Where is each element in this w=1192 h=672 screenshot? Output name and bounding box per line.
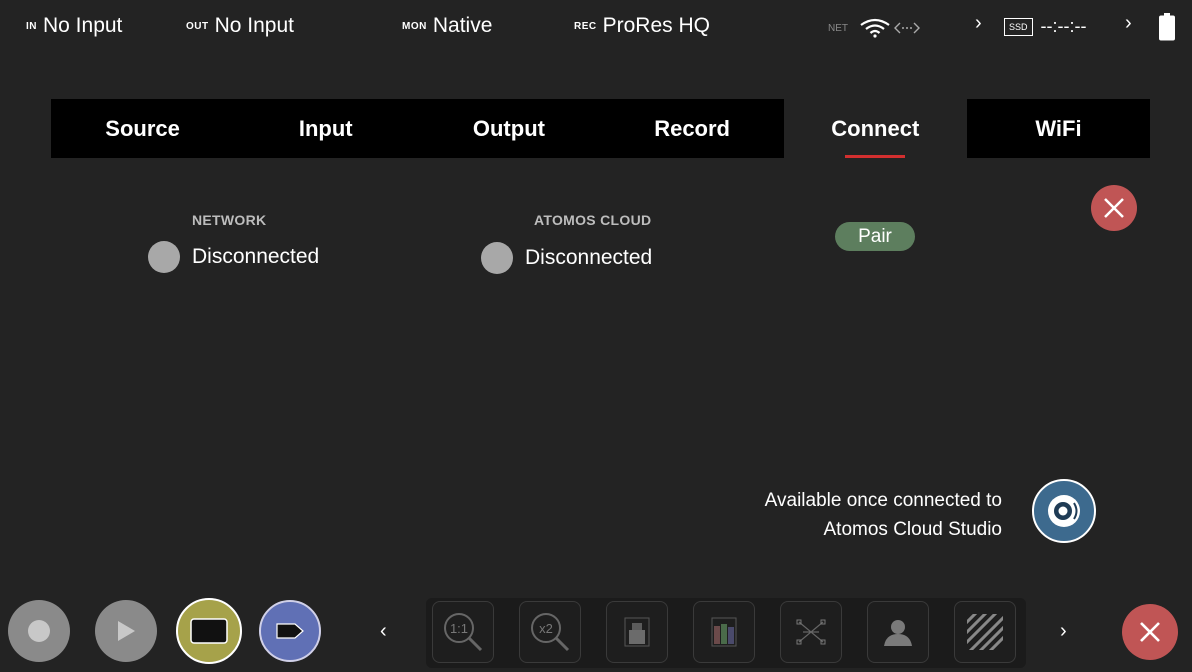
- zoom-1to1-icon: 1:1: [444, 613, 483, 652]
- monitor-icon: [190, 618, 228, 644]
- tab-label: Record: [654, 115, 730, 141]
- tag-button[interactable]: [259, 600, 321, 662]
- output-value: No Input: [214, 14, 294, 37]
- record-format: ProRes HQ: [602, 14, 710, 37]
- vectorscope-icon: [796, 619, 826, 645]
- close-panel-button[interactable]: [1091, 185, 1137, 231]
- close-icon: [1140, 622, 1160, 642]
- zebra-button[interactable]: [954, 601, 1016, 663]
- settings-tabs: Source Input Output Record Connect WiFi: [51, 99, 1150, 158]
- tab-label: Connect: [831, 115, 920, 141]
- cloud-status-text: Disconnected: [525, 246, 653, 269]
- battery-icon: [1158, 12, 1176, 47]
- chevron-left-icon[interactable]: ‹: [380, 620, 387, 643]
- status-bar: IN No Input OUT No Input MON Native REC …: [0, 0, 1192, 50]
- input-status: IN No Input: [26, 14, 122, 38]
- network-heading: NETWORK: [192, 212, 267, 228]
- cloud-heading: ATOMOS CLOUD: [534, 212, 652, 228]
- zoom-x2-button[interactable]: x2: [519, 601, 581, 663]
- record-status: REC ProRes HQ: [574, 14, 710, 38]
- status-indicator: [148, 241, 180, 273]
- input-value: No Input: [43, 14, 123, 37]
- ssd-icon: SSD: [1004, 17, 1033, 36]
- timecode: --:--:--: [1040, 16, 1087, 36]
- rgb-parade-button[interactable]: [693, 601, 755, 663]
- record-button[interactable]: [8, 600, 70, 662]
- waveform-button[interactable]: [606, 601, 668, 663]
- tab-label: Output: [472, 115, 545, 141]
- net-tag: NET: [828, 22, 848, 34]
- record-dot-icon: [28, 620, 50, 642]
- zoom-label: 1:1: [450, 621, 468, 636]
- zoom-1to1-button[interactable]: 1:1: [432, 601, 494, 663]
- output-status: OUT No Input: [186, 14, 294, 38]
- network-status-text: Disconnected: [192, 245, 320, 268]
- play-button[interactable]: [95, 600, 157, 662]
- tab-input[interactable]: Input: [234, 99, 417, 158]
- tab-wifi[interactable]: WiFi: [967, 99, 1150, 158]
- chevron-right-icon[interactable]: ›: [975, 12, 982, 35]
- cloud-studio-note: Available once connected to Atomos Cloud…: [700, 486, 1002, 544]
- tab-connect[interactable]: Connect: [783, 99, 967, 158]
- close-icon: [1104, 198, 1124, 218]
- rec-tag: REC: [574, 20, 597, 32]
- tab-label: Source: [105, 115, 180, 141]
- zoom-x2-icon: x2: [531, 613, 570, 652]
- monitor-value: Native: [432, 14, 493, 37]
- zebra-icon: [967, 614, 1003, 650]
- wifi-icon: [858, 18, 892, 38]
- atomos-cloud-icon: [1048, 495, 1080, 527]
- mon-tag: MON: [402, 20, 427, 32]
- play-icon: [118, 621, 135, 641]
- tag-icon: [276, 623, 304, 639]
- rgb-parade-icon: [711, 617, 737, 647]
- out-tag: OUT: [186, 20, 209, 32]
- waveform-icon: [624, 617, 650, 647]
- tab-record[interactable]: Record: [601, 99, 784, 158]
- cloud-connection-status: Disconnected: [481, 242, 652, 274]
- status-indicator: [481, 242, 513, 274]
- tab-output[interactable]: Output: [417, 99, 600, 158]
- chevron-right-icon[interactable]: ›: [1125, 12, 1132, 35]
- in-tag: IN: [26, 20, 37, 32]
- pair-button[interactable]: Pair: [835, 222, 915, 251]
- tab-source[interactable]: Source: [51, 99, 234, 158]
- tab-label: WiFi: [1035, 115, 1082, 141]
- media-status[interactable]: SSD --:--:--: [1004, 16, 1086, 37]
- monitor-mode-button[interactable]: [176, 598, 242, 664]
- network-status[interactable]: NET: [828, 18, 920, 38]
- tab-label: Input: [298, 115, 353, 141]
- vectorscope-button[interactable]: [780, 601, 842, 663]
- cloud-note-line: Available once connected to: [764, 490, 1002, 511]
- ethernet-icon: [894, 21, 920, 35]
- monitor-status: MON Native: [402, 14, 492, 38]
- false-color-button[interactable]: [867, 601, 929, 663]
- chevron-right-icon[interactable]: ›: [1060, 620, 1067, 643]
- network-connection-status: Disconnected: [148, 241, 319, 273]
- cloud-note-line: Atomos Cloud Studio: [823, 519, 1003, 540]
- zoom-label: x2: [539, 621, 553, 636]
- cloud-studio-button[interactable]: [1032, 479, 1096, 543]
- close-menu-button[interactable]: [1122, 604, 1178, 660]
- false-color-icon: [884, 620, 912, 646]
